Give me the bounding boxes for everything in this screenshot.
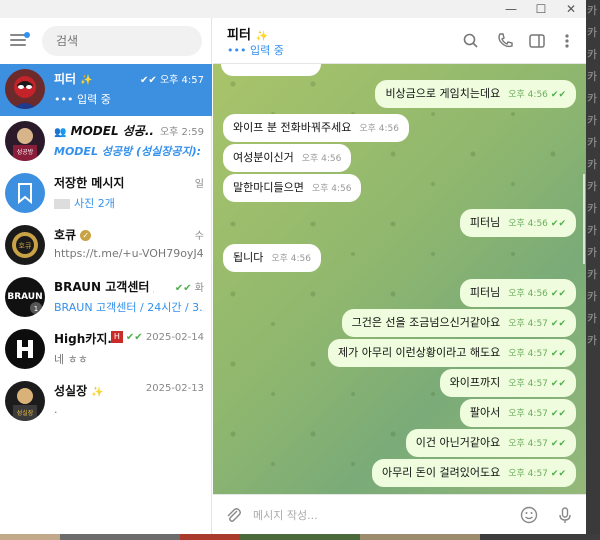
- title-bar: — ☐ ✕: [0, 0, 586, 18]
- chat-title: 👥 MODEL 성공...: [54, 124, 154, 138]
- avatar: BRAUN 1: [5, 277, 45, 317]
- message-bubble[interactable]: 이건 아닌거같아요 오후 4:57 ✔✔: [405, 429, 576, 457]
- message-bubble[interactable]: [221, 64, 321, 76]
- chat-item-model[interactable]: 성공방 👥 MODEL 성공... 오후 2:59 MODEL 성공방 (성실장…: [0, 116, 212, 168]
- double-check-icon: ✔✔: [550, 289, 566, 299]
- chat-time: 수: [194, 231, 204, 242]
- phone-icon[interactable]: [495, 31, 515, 51]
- avatar: [5, 329, 45, 369]
- sidebar-toggle-icon[interactable]: [527, 31, 547, 51]
- chat-item-braun[interactable]: BRAUN 1 BRAUN 고객센터 / 24... ✔✔ 화 BRAUN 고객…: [0, 272, 212, 324]
- chat-title: 호큐 ✓: [54, 226, 92, 243]
- chat-header-name: 피터 ✨: [227, 28, 268, 43]
- message-bubble[interactable]: 됩니다 오후 4:56: [223, 244, 322, 272]
- avatar: 성공방: [5, 121, 45, 161]
- maximize-button[interactable]: ☐: [526, 0, 556, 18]
- chat-preview: BRAUN 고객센터 / 24시간 / 3...: [54, 301, 204, 314]
- message-bubble[interactable]: 피터님 오후 4:56 ✔✔: [459, 279, 576, 307]
- message-bubble[interactable]: 여성분이신거 오후 4:56: [223, 144, 352, 172]
- telegram-window: — ☐ ✕ 피터 ✨ ✔✔ 오후 4:57 •••: [0, 0, 586, 534]
- saved-messages-icon: [5, 173, 45, 213]
- chat-title: 저장한 메시지: [54, 176, 125, 190]
- svg-text:1: 1: [34, 305, 38, 313]
- double-check-icon: ✔✔: [174, 283, 192, 294]
- message-bubble[interactable]: 비상금으로 게임치는데요 오후 4:56 ✔✔: [375, 80, 576, 108]
- attach-icon[interactable]: [223, 505, 243, 525]
- svg-text:BRAUN: BRAUN: [7, 292, 42, 302]
- message-bubble[interactable]: 와이프 분 전화바꿔주세요 오후 4:56: [223, 114, 409, 142]
- message-bubble[interactable]: 말한마디들으면 오후 4:56: [223, 174, 362, 202]
- emoji-icon[interactable]: [519, 505, 539, 525]
- double-check-icon: ✔✔: [550, 349, 566, 359]
- more-icon[interactable]: [557, 31, 577, 51]
- double-check-icon: ✔✔: [550, 409, 566, 419]
- close-button[interactable]: ✕: [556, 0, 586, 18]
- chat-time: ✔✔ 화: [174, 283, 204, 294]
- verified-icon: ✓: [80, 230, 92, 241]
- avatar: [5, 69, 45, 109]
- search-input[interactable]: [42, 26, 202, 56]
- message-bubble[interactable]: 와이프까지 오후 4:57 ✔✔: [439, 369, 576, 397]
- group-icon: 👥: [54, 127, 67, 138]
- search-icon[interactable]: [461, 31, 481, 51]
- double-check-icon: ✔✔: [550, 219, 566, 229]
- taskbar-strip: [0, 534, 600, 540]
- svg-text:호큐: 호큐: [19, 242, 32, 250]
- message-bubble[interactable]: 피터님 오후 4:56 ✔✔: [459, 209, 576, 237]
- mic-icon[interactable]: [555, 505, 575, 525]
- chat-time: 일: [194, 179, 204, 190]
- chat-time: H ✔✔ 2025-02-14: [110, 331, 204, 343]
- chat-item-high-casino[interactable]: High카지... H ✔✔ 2025-02-14 네 ㅎㅎ: [0, 324, 212, 376]
- typing-status: ••• 입력 중: [227, 44, 284, 57]
- message-composer: [213, 494, 586, 534]
- chat-preview: https://t.me/+u-VOH79oyJ44...: [54, 247, 204, 260]
- message-bubble[interactable]: 팔아서 오후 4:57 ✔✔: [459, 399, 576, 427]
- message-bubble[interactable]: 그건은 선을 조금넘으신거같아요 오후 4:57 ✔✔: [341, 309, 576, 337]
- chat-header[interactable]: 피터 ✨ ••• 입력 중: [213, 18, 586, 64]
- sparkle-icon: ✨: [91, 387, 104, 398]
- double-check-icon: ✔✔: [550, 379, 566, 389]
- double-check-icon: ✔✔: [140, 75, 157, 86]
- chat-title: BRAUN 고객센터 / 24...: [54, 280, 154, 294]
- chat-time: 오후 2:59: [159, 127, 204, 138]
- chat-preview: 네 ㅎㅎ: [54, 353, 88, 366]
- scrollbar[interactable]: [583, 174, 585, 264]
- conversation-panel: 피터 ✨ ••• 입력 중 비상금으로 게임치는데요 오후 4:56 ✔✔ 와이프 …: [213, 18, 586, 534]
- chat-title: 피터 ✨: [54, 72, 93, 86]
- double-check-icon: ✔✔: [125, 332, 143, 343]
- photo-thumbnail: [54, 199, 70, 209]
- background-window-strip: 카카카카 카카카카 카카카카 카카카카: [586, 0, 600, 540]
- chat-item-saved-messages[interactable]: 저장한 메시지 일 사진 2개: [0, 168, 212, 220]
- chat-list-panel: 피터 ✨ ✔✔ 오후 4:57 ••• 입력 중 성공방 👥 MODEL 성공.…: [0, 18, 212, 534]
- chat-preview: .: [54, 403, 58, 416]
- chat-item-peter[interactable]: 피터 ✨ ✔✔ 오후 4:57 ••• 입력 중: [0, 64, 212, 116]
- double-check-icon: ✔✔: [550, 90, 566, 100]
- message-area[interactable]: 비상금으로 게임치는데요 오후 4:56 ✔✔ 와이프 분 전화바꿔주세요 오후 4:…: [213, 64, 586, 494]
- chat-time: 2025-02-13: [145, 383, 204, 394]
- message-input[interactable]: [253, 503, 503, 527]
- chat-item-seongsiljang[interactable]: 성실장 성실장 ✨ 2025-02-13 .: [0, 376, 212, 428]
- double-check-icon: ✔✔: [550, 439, 566, 449]
- notification-dot: [24, 32, 30, 38]
- double-check-icon: ✔✔: [550, 319, 566, 329]
- chat-preview: 사진 2개: [54, 195, 204, 211]
- svg-text:성공방: 성공방: [17, 148, 34, 156]
- menu-icon[interactable]: [10, 32, 30, 48]
- chat-preview: ••• 입력 중: [54, 93, 111, 106]
- brand-icon: H: [110, 331, 123, 343]
- avatar: 호큐: [5, 225, 45, 265]
- chat-item-hokyu[interactable]: 호큐 호큐 ✓ 수 https://t.me/+u-VOH79oyJ44...: [0, 220, 212, 272]
- chat-title: 성실장 ✨: [54, 384, 104, 398]
- double-check-icon: ✔✔: [550, 469, 566, 479]
- message-bubble[interactable]: 제가 아무리 이런상황이라고 해도요 오후 4:57 ✔✔: [327, 339, 576, 367]
- chat-time: ✔✔ 오후 4:57: [140, 75, 204, 86]
- avatar: 성실장: [5, 381, 45, 421]
- message-bubble[interactable]: 아무리 돈이 걸려있어도요 오후 4:57 ✔✔: [371, 459, 576, 487]
- svg-text:성실장: 성실장: [17, 409, 34, 417]
- chat-preview: MODEL 성공방 (성실장공지):: [54, 145, 202, 158]
- minimize-button[interactable]: —: [496, 0, 526, 18]
